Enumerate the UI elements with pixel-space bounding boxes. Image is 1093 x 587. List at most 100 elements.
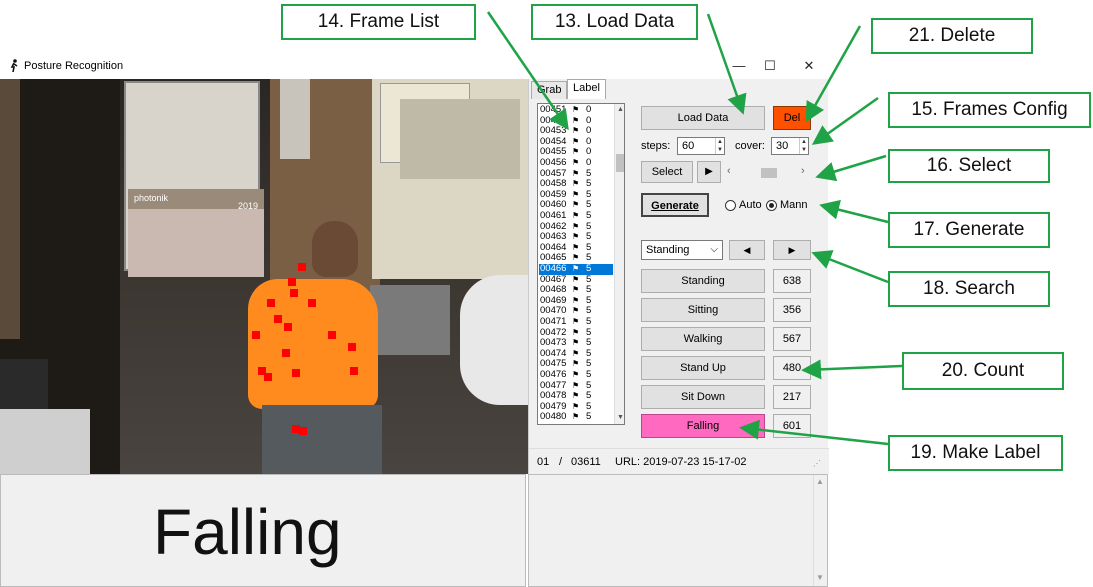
flag-icon: ⚑	[572, 179, 580, 189]
callout-load-data: 13. Load Data	[531, 4, 698, 40]
label-count: 638	[773, 269, 811, 293]
delete-button[interactable]: Del	[773, 106, 811, 130]
frame-list-item[interactable]: 00476 ⚑ 5	[539, 369, 613, 381]
callout-delete: 21. Delete	[871, 18, 1033, 54]
flag-icon: ⚑	[572, 359, 580, 369]
frame-keypoint-count: 5	[586, 210, 592, 221]
frame-list-item[interactable]: 00471 ⚑ 5	[539, 316, 613, 328]
frame-keypoint-count: 5	[586, 263, 592, 274]
pose-keypoint	[252, 331, 260, 339]
flag-icon: ⚑	[572, 126, 580, 136]
flag-icon: ⚑	[572, 232, 580, 242]
callout-frame-list: 14. Frame List	[281, 4, 476, 40]
arrow-generate	[819, 199, 889, 224]
range-right-arrow-icon[interactable]: ›	[801, 165, 805, 177]
play-button[interactable]: ▶	[697, 161, 721, 183]
select-button[interactable]: Select	[641, 161, 693, 183]
tab-label[interactable]: Label	[567, 79, 606, 99]
log-textarea[interactable]: ▲ ▼	[528, 474, 828, 587]
frame-id: 00480	[540, 411, 567, 423]
frame-range-scrollbar[interactable]: ‹ ›	[727, 165, 811, 179]
frame-keypoint-count: 0	[586, 157, 592, 168]
flag-icon: ⚑	[572, 317, 580, 326]
frame-list-scrollbar[interactable]: ▲ ▼	[614, 104, 624, 424]
cover-value: 30	[776, 140, 789, 152]
flag-icon: ⚑	[572, 348, 580, 358]
flag-icon: ⚑	[572, 211, 580, 220]
frame-id: 00476	[540, 369, 567, 380]
flag-icon: ⚑	[572, 168, 580, 178]
label-button-standing[interactable]: Standing	[641, 269, 765, 293]
callout-select: 16. Select	[888, 149, 1050, 183]
frame-list-item[interactable]: 00461 ⚑ 5	[539, 210, 613, 222]
chevron-down-icon[interactable]: ⌵	[710, 241, 718, 259]
flag-icon: ⚑	[572, 253, 580, 263]
scroll-up-icon[interactable]: ▲	[615, 104, 624, 116]
radio-mann[interactable]	[766, 200, 777, 211]
label-panel: Grab Label 00451 ⚑ 0 00452 ⚑ 0 00453 ⚑ 0 00454 ⚑ 0 0…	[528, 79, 829, 474]
window-titlebar: Posture Recognition — ☐ ✕	[0, 54, 828, 78]
frame-list[interactable]: 00451 ⚑ 0 00452 ⚑ 0 00453 ⚑ 0 00454 ⚑ 0 00455 ⚑ 0 00456…	[537, 103, 625, 425]
pose-keypoint	[298, 263, 306, 271]
pose-keypoint	[274, 315, 282, 323]
log-scroll-up-icon[interactable]: ▲	[816, 477, 824, 486]
status-bar: 01 / 03611 URL: 2019-07-23 15-17-02 ⋰	[529, 448, 829, 474]
radio-mann-label: Mann	[780, 199, 808, 211]
label-button-sitting[interactable]: Sitting	[641, 298, 765, 322]
flag-icon: ⚑	[572, 412, 580, 422]
status-total: 03611	[571, 456, 601, 468]
radio-auto[interactable]	[725, 200, 736, 211]
cover-spin-arrows-icon[interactable]: ▲ ▼	[799, 138, 808, 154]
log-scroll-down-icon[interactable]: ▼	[816, 573, 824, 582]
scene-monitor	[0, 409, 90, 474]
flag-icon: ⚑	[572, 221, 580, 231]
flag-icon: ⚑	[572, 306, 580, 316]
close-button[interactable]: ✕	[794, 56, 824, 76]
frame-list-item[interactable]: 00466 ⚑ 5	[539, 263, 613, 275]
search-selected-value: Standing	[646, 244, 690, 256]
pose-keypoint	[284, 323, 292, 331]
tab-grab[interactable]: Grab	[531, 81, 568, 99]
log-scrollbar[interactable]: ▲ ▼	[813, 475, 827, 586]
scroll-down-icon[interactable]: ▼	[615, 412, 624, 424]
load-data-button[interactable]: Load Data	[641, 106, 765, 130]
scene-bag	[370, 285, 450, 355]
label-button-walking[interactable]: Walking	[641, 327, 765, 351]
label-button-sit-down[interactable]: Sit Down	[641, 385, 765, 409]
frame-list-item[interactable]: 00451 ⚑ 0	[539, 104, 613, 116]
frame-list-scroll-thumb[interactable]	[616, 154, 624, 172]
scene-white-chair	[460, 275, 528, 405]
search-label-select[interactable]: Standing ⌵	[641, 240, 723, 260]
flag-icon: ⚑	[572, 391, 580, 401]
generate-button[interactable]: Generate	[641, 193, 709, 217]
maximize-button[interactable]: ☐	[755, 56, 785, 76]
steps-spinner[interactable]: 60 ▲ ▼	[677, 137, 725, 155]
pose-keypoint	[350, 367, 358, 375]
flag-icon: ⚑	[572, 147, 580, 157]
frame-id: 00466	[540, 263, 567, 274]
steps-spin-arrows-icon[interactable]: ▲ ▼	[715, 138, 724, 154]
flag-icon: ⚑	[572, 115, 580, 125]
label-count: 567	[773, 327, 811, 351]
cover-spinner[interactable]: 30 ▲ ▼	[771, 137, 809, 155]
flag-icon: ⚑	[572, 189, 580, 199]
label-button-stand-up[interactable]: Stand Up	[641, 356, 765, 380]
flag-icon: ⚑	[572, 295, 580, 305]
label-count: 480	[773, 356, 811, 380]
status-frame: 01	[537, 456, 550, 468]
flag-icon: ⚑	[572, 136, 580, 146]
pose-keypoint	[348, 343, 356, 351]
frame-list-item[interactable]: 00456 ⚑ 0	[539, 157, 613, 169]
frame-list-item[interactable]: 00480 ⚑ 5	[539, 412, 613, 423]
search-prev-button[interactable]: ◀	[729, 240, 765, 260]
minimize-button[interactable]: —	[724, 56, 754, 76]
range-scroll-thumb[interactable]	[761, 168, 777, 178]
label-button-falling[interactable]: Falling	[641, 414, 765, 438]
flag-icon: ⚑	[572, 274, 580, 284]
radio-auto-label: Auto	[739, 199, 762, 211]
range-left-arrow-icon[interactable]: ‹	[727, 165, 731, 177]
label-count: 356	[773, 298, 811, 322]
resize-grip-icon[interactable]: ⋰	[813, 459, 821, 468]
search-next-button[interactable]: ▶	[773, 240, 811, 260]
flag-icon: ⚑	[572, 158, 580, 167]
